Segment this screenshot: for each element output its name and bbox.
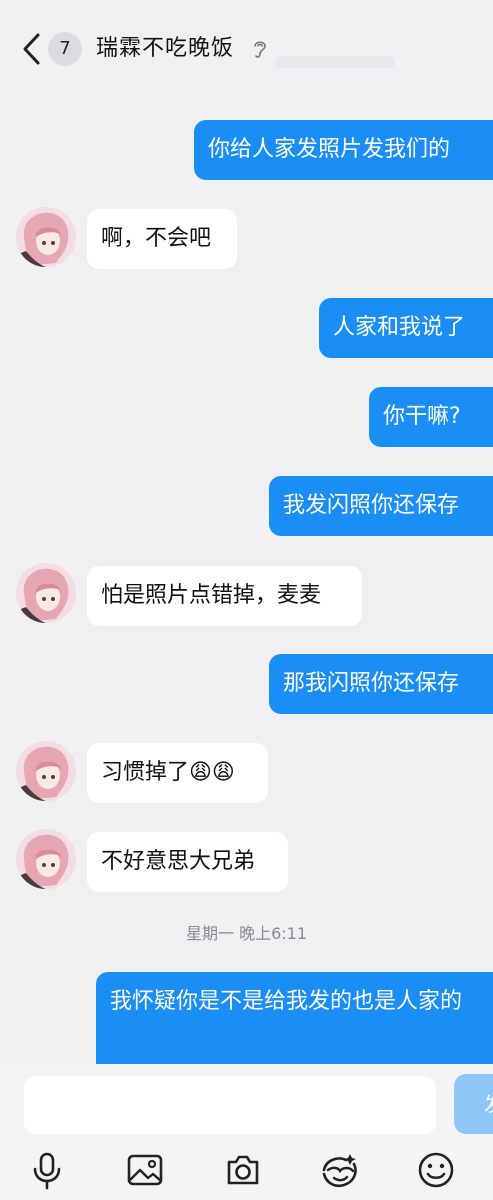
message-bubble-incoming[interactable]: 习惯掉了😩😩 <box>87 743 268 803</box>
avatar[interactable] <box>16 207 76 267</box>
emoji-icon[interactable] <box>416 1150 456 1190</box>
send-button[interactable]: 发 <box>454 1074 493 1134</box>
message-bubble-incoming[interactable]: 啊，不会吧 <box>87 209 237 269</box>
chevron-left-icon[interactable] <box>18 32 46 66</box>
message-bubble-outgoing[interactable]: 你给人家发照片发我们的 <box>194 120 493 180</box>
message-bubble-outgoing[interactable]: 你干嘛? <box>369 387 493 447</box>
chat-title[interactable]: 瑞霖不吃晚饭 <box>96 33 234 65</box>
message-bubble-outgoing[interactable]: 人家和我说了 <box>319 298 493 358</box>
unread-count-badge[interactable]: 7 <box>48 32 82 66</box>
sticker-icon[interactable] <box>320 1150 360 1190</box>
input-bar: 发 <box>0 1064 493 1200</box>
avatar[interactable] <box>16 741 76 801</box>
message-bubble-outgoing[interactable]: 我发闪照你还保存 <box>269 476 493 536</box>
avatar[interactable] <box>16 829 76 889</box>
chat-header: 7 瑞霖不吃晚饭 <box>0 0 493 98</box>
message-input[interactable] <box>24 1076 436 1134</box>
message-bubble-incoming[interactable]: 不好意思大兄弟 <box>87 832 288 892</box>
status-subtitle <box>275 56 395 68</box>
message-bubble-incoming[interactable]: 怕是照片点错掉，麦麦 <box>87 566 362 626</box>
hearing-icon <box>254 41 266 58</box>
message-bubble-outgoing[interactable]: 我怀疑你是不是给我发的也是人家的 <box>96 972 493 1064</box>
timestamp: 星期一 晚上6:11 <box>185 924 308 943</box>
image-icon[interactable] <box>125 1150 165 1190</box>
microphone-icon[interactable] <box>27 1150 67 1190</box>
message-bubble-outgoing[interactable]: 那我闪照你还保存 <box>269 654 493 714</box>
camera-icon[interactable] <box>223 1150 263 1190</box>
avatar[interactable] <box>16 563 76 623</box>
